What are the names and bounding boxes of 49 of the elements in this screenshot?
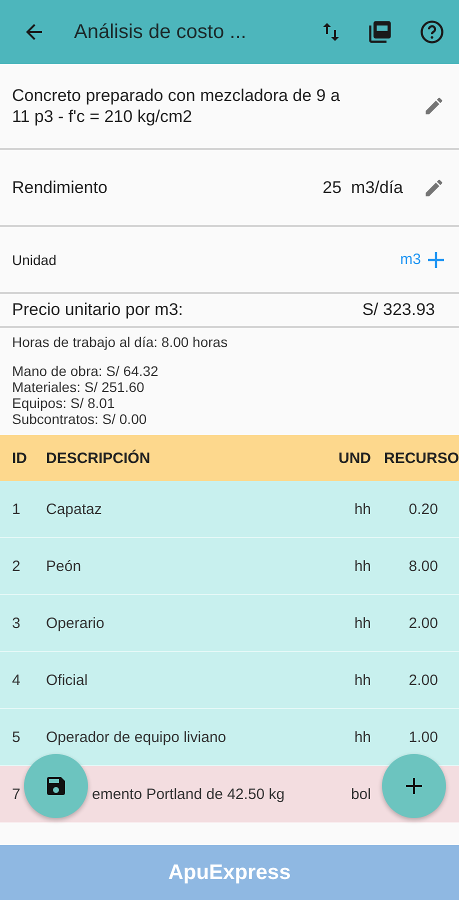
column-header: UND [338,450,372,466]
table-cell-text: emento Portland de 42.50 kg [91,786,286,802]
table-cell-text: hh [353,672,372,688]
plus-icon [404,776,424,796]
subtotal-text: Equipos: S/ 8.01 [12,395,116,411]
table-cell-text: 1 [12,500,22,518]
save-icon [44,774,68,798]
table-cell-text: hh [353,558,372,574]
unit-price-value: S/ 323.93 [362,300,435,320]
subtotal-text: Materiales: S/ 251.60 [12,379,146,395]
table-cell-text: hh [353,614,372,632]
column-header: RECURSO [382,450,459,466]
table-cell-text: 2.00 [408,614,439,632]
table-cell-text: Operario [46,614,106,632]
rendimiento-value: 25 m3/día [322,178,403,198]
sort-arrows-icon[interactable] [321,21,341,43]
table-cell-text: Peón [46,558,82,574]
table-cell-text: 2.00 [408,672,439,688]
table-cell-text: 7 [12,786,22,802]
unidad-label: Unidad [12,252,58,268]
work-hours-text: Horas de trabajo al día: 8.00 horas [12,334,229,350]
edit-pencil-icon[interactable] [423,95,445,117]
table-cell-text: 4 [12,672,22,688]
unit-value[interactable]: m3 [400,251,421,268]
table-cell-text: 5 [12,728,22,746]
subtotal-text: Mano de obra: S/ 64.32 [12,363,160,379]
table-cell-text: 2 [12,558,22,574]
table-cell-text: 8.00 [408,558,439,574]
pdf-icon[interactable] [367,19,393,45]
column-header: DESCRIPCIÓN [46,450,152,466]
table-cell-text: hh [353,500,372,518]
table-cell-text: hh [353,728,372,746]
add-icon[interactable] [427,250,445,268]
edit-pencil-icon[interactable] [423,176,445,198]
table-cell-text: 0.20 [408,500,439,518]
subtotal-text: Subcontratos: S/ 0.00 [12,411,148,427]
table-cell-text: Capataz [46,500,103,518]
column-header: ID [12,450,28,466]
table-cell-text: bol [350,786,372,802]
table-cell-text: Oficial [46,672,89,688]
help-icon[interactable] [419,19,445,45]
item-description: Concreto preparado con mezcladora de 9 a 11 p3 - f'c = 210 kg/cm2 [12,85,341,127]
screen-title: Análisis de costo ... [74,20,248,44]
table-cell-text: 3 [12,614,22,632]
table-cell-text: Operador de equipo liviano [46,728,228,746]
rendimiento-label: Rendimiento [12,178,108,198]
table-cell-text: 1.00 [408,728,439,746]
app-name: ApuExpress [168,860,291,884]
unit-price-label: Precio unitario por m3: [12,300,184,320]
